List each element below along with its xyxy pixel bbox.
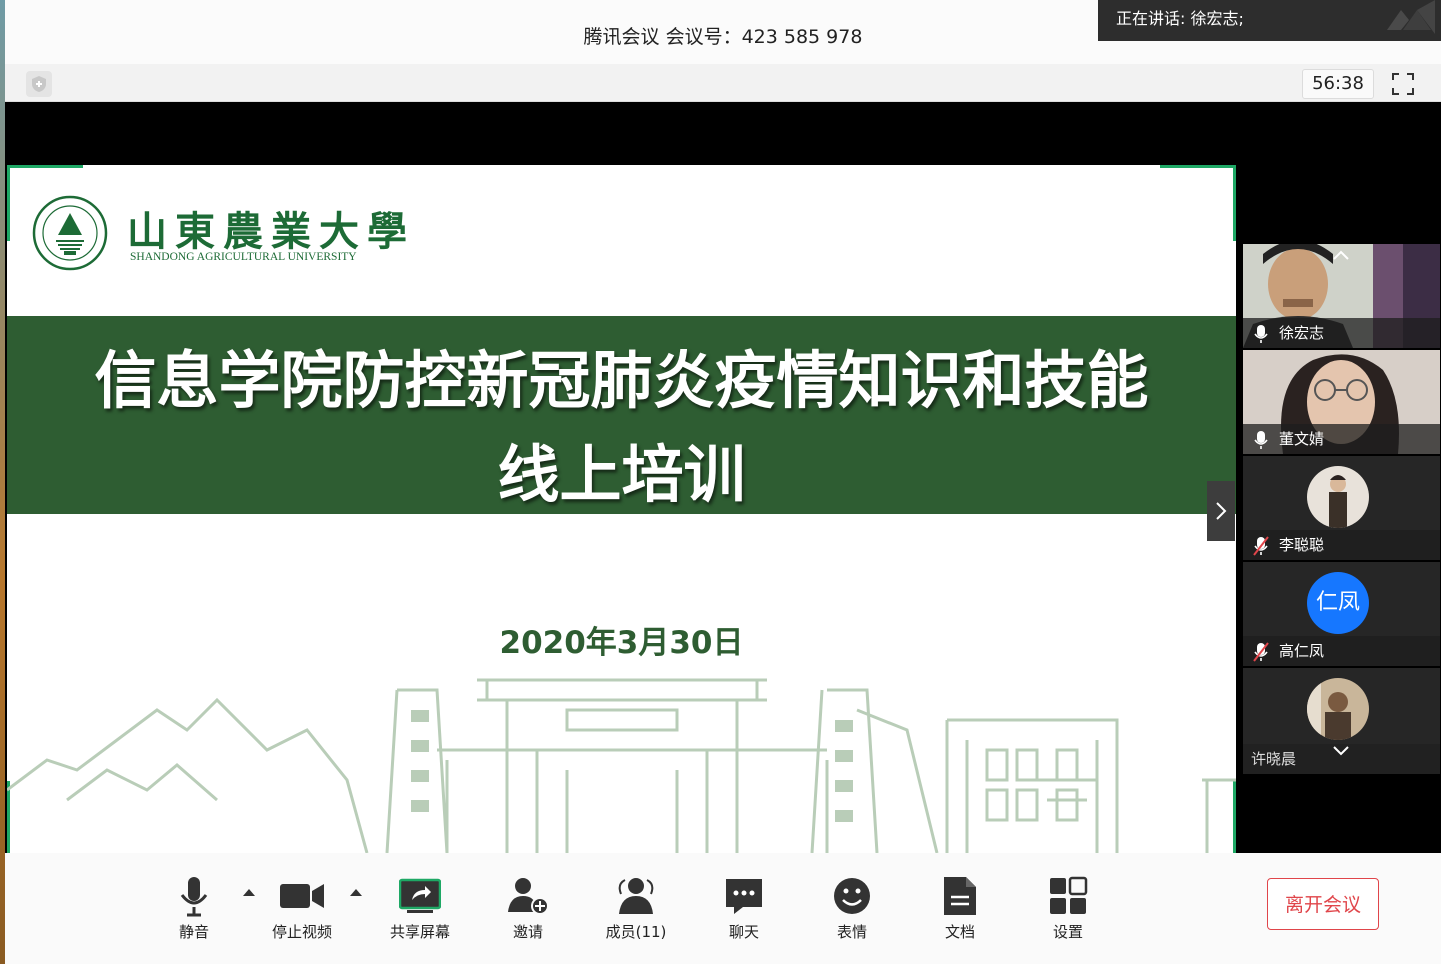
- participant-name: 董文婧: [1279, 430, 1325, 448]
- university-name-cn: 山東農業大學: [127, 208, 415, 255]
- audio-options-caret[interactable]: [243, 889, 255, 896]
- avatar: [1307, 466, 1369, 528]
- slide-title-line2: 线上培训: [497, 438, 746, 511]
- emoji-label: 表情: [836, 923, 867, 941]
- slide-date: 2020年3月30日: [499, 625, 744, 661]
- participant-tile[interactable]: 李聪聪: [1243, 456, 1440, 560]
- university-name-en: SHANDONG AGRICULTURAL UNIVERSITY: [130, 251, 357, 263]
- campus-sketch-illustration: [7, 678, 1236, 853]
- chat-icon: [726, 879, 762, 914]
- participant-name: 李聪聪: [1279, 536, 1325, 554]
- bottom-toolbar: 静音 停止视频 共享屏幕 邀请 成员(11) 聊天 表情 文档 设置 离开会议: [5, 853, 1441, 964]
- microphone-icon: [180, 877, 208, 917]
- emoji-icon: [834, 878, 870, 914]
- chat-button[interactable]: 聊天: [704, 873, 784, 942]
- video-camera-icon: [280, 884, 324, 908]
- participant-name: 高仁凤: [1279, 642, 1325, 660]
- chevron-down-icon[interactable]: [1331, 744, 1351, 758]
- share-screen-button[interactable]: 共享屏幕: [380, 873, 460, 942]
- chevron-right-icon: [1216, 502, 1227, 520]
- speaking-text: 正在讲话: 徐宏志;: [1116, 9, 1244, 28]
- invite-button[interactable]: 邀请: [488, 873, 568, 942]
- share-screen-icon: [399, 878, 441, 913]
- leave-meeting-button[interactable]: 离开会议: [1267, 878, 1379, 930]
- settings-button[interactable]: 设置: [1028, 873, 1108, 942]
- invite-label: 邀请: [512, 923, 543, 941]
- speaking-indicator: 正在讲话: 徐宏志;: [1098, 0, 1441, 41]
- mute-button[interactable]: 静音: [154, 873, 234, 942]
- invite-icon: [508, 878, 549, 915]
- participant-name-bar: 高仁凤: [1243, 636, 1440, 666]
- docs-button[interactable]: 文档: [920, 873, 1000, 942]
- chat-label: 聊天: [728, 923, 759, 941]
- avatar: 仁凤: [1307, 572, 1369, 634]
- emoji-button[interactable]: 表情: [812, 873, 892, 942]
- avatar: [1307, 678, 1369, 740]
- participants-video-panel: 徐宏志 董文婧 李聪聪 仁凤 高仁凤 许晓晨: [1243, 244, 1440, 774]
- title-banner: 信息学院防控新冠肺炎疫情知识和技能 线上培训: [7, 316, 1236, 514]
- fullscreen-icon[interactable]: [1390, 71, 1416, 97]
- docs-label: 文档: [944, 923, 975, 941]
- microphone-icon: [1254, 325, 1268, 343]
- slide-corner-tl: [7, 165, 83, 168]
- document-icon: [944, 877, 976, 915]
- members-icon: [618, 878, 654, 914]
- secondary-toolbar: 56:38: [5, 64, 1441, 102]
- slide-corner-tr: [1160, 165, 1236, 168]
- participant-name: 许晓晨: [1251, 750, 1297, 768]
- mic-muted-icon: [1253, 642, 1269, 662]
- university-emblem-icon: [32, 195, 108, 271]
- participant-name-bar: 董文婧: [1243, 424, 1440, 454]
- slide-corner-tr-v: [1233, 165, 1236, 241]
- members-label: 成员(11): [605, 923, 667, 941]
- meeting-timer: 56:38: [1302, 69, 1374, 99]
- participant-name-bar: 李聪聪: [1243, 530, 1440, 560]
- next-page-button[interactable]: [1207, 481, 1235, 541]
- tencent-meeting-logo-icon: [1387, 0, 1435, 34]
- shield-icon[interactable]: [26, 71, 52, 97]
- stop-video-button[interactable]: 停止视频: [262, 873, 342, 942]
- participant-tile[interactable]: 董文婧: [1243, 350, 1440, 454]
- stop-video-label: 停止视频: [271, 923, 332, 941]
- participant-tile[interactable]: 仁凤 高仁凤: [1243, 562, 1440, 666]
- participant-name: 徐宏志: [1279, 324, 1325, 342]
- slide-title-line1: 信息学院防控新冠肺炎疫情知识和技能: [94, 344, 1149, 417]
- participant-tile[interactable]: 徐宏志: [1243, 244, 1440, 348]
- share-screen-label: 共享屏幕: [389, 923, 450, 941]
- mute-label: 静音: [178, 923, 209, 941]
- microphone-icon: [1254, 431, 1268, 449]
- chevron-up-icon[interactable]: [1331, 248, 1351, 262]
- participant-name-bar: 徐宏志: [1243, 318, 1440, 348]
- settings-label: 设置: [1052, 923, 1083, 941]
- slide-corner-tl-v: [7, 165, 10, 241]
- shared-slide: 山東農業大學 SHANDONG AGRICULTURAL UNIVERSITY …: [7, 165, 1236, 853]
- participant-tile[interactable]: 许晓晨: [1243, 668, 1440, 774]
- settings-icon: [1050, 876, 1088, 914]
- members-button[interactable]: 成员(11): [596, 873, 676, 942]
- meeting-window: 腾讯会议 会议号：423 585 978 正在讲话: 徐宏志; 56:38 山東…: [5, 0, 1441, 964]
- video-options-caret[interactable]: [350, 889, 362, 896]
- mic-muted-icon: [1253, 536, 1269, 556]
